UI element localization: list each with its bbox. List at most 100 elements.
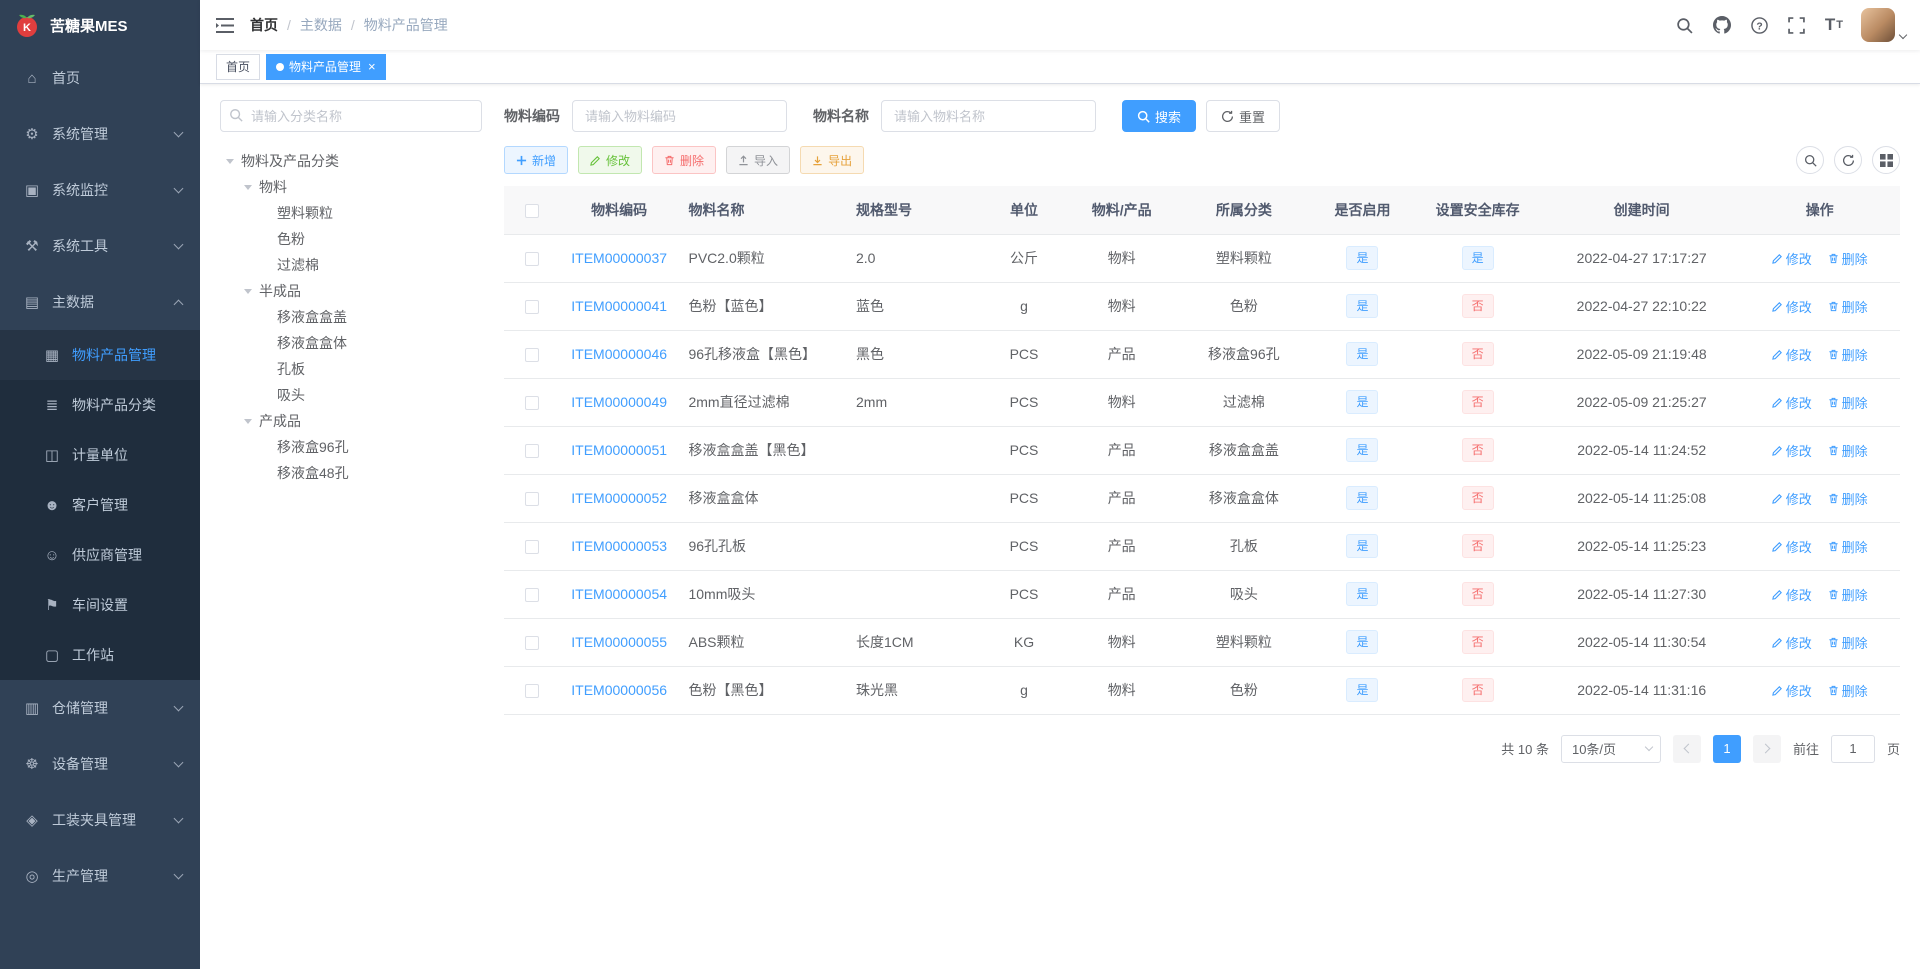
row-delete-button[interactable]: 删除 [1828, 249, 1868, 268]
item-code-link[interactable]: ITEM00000041 [571, 298, 667, 314]
sidebar-item-system-admin[interactable]: ⚙ 系统管理 [0, 106, 200, 162]
sidebar-toggle-button[interactable] [200, 0, 250, 50]
row-checkbox[interactable] [524, 492, 539, 507]
tree-node[interactable]: 移液盒48孔 [220, 460, 482, 486]
row-checkbox[interactable] [524, 348, 539, 363]
row-delete-button[interactable]: 删除 [1828, 345, 1868, 364]
material-name-input[interactable] [881, 100, 1096, 132]
item-code-link[interactable]: ITEM00000051 [571, 442, 667, 458]
tree-node[interactable]: 孔板 [220, 356, 482, 382]
tree-node[interactable]: 物料 [220, 174, 482, 200]
item-code-link[interactable]: ITEM00000053 [571, 538, 667, 554]
fullscreen-icon[interactable] [1778, 0, 1815, 50]
sidebar-subitem-material-product-category[interactable]: ≣ 物料产品分类 [0, 380, 200, 430]
row-checkbox[interactable] [524, 300, 539, 315]
row-edit-button[interactable]: 修改 [1771, 489, 1812, 508]
row-delete-button[interactable]: 删除 [1828, 537, 1868, 556]
material-code-input[interactable] [572, 100, 787, 132]
row-delete-button[interactable]: 删除 [1828, 489, 1868, 508]
row-delete-button[interactable]: 删除 [1828, 297, 1868, 316]
page-size-select[interactable]: 10条/页 [1560, 734, 1661, 763]
row-delete-button[interactable]: 删除 [1828, 441, 1868, 460]
item-code-link[interactable]: ITEM00000049 [571, 394, 667, 410]
user-menu[interactable] [1861, 8, 1908, 42]
row-delete-button[interactable]: 删除 [1828, 633, 1868, 652]
tab-close-icon[interactable]: × [368, 60, 376, 73]
row-edit-button[interactable]: 修改 [1771, 393, 1812, 412]
row-checkbox[interactable] [524, 636, 539, 651]
sidebar-subitem-workstation[interactable]: ▢ 工作站 [0, 630, 200, 680]
import-button[interactable]: 导入 [726, 146, 791, 174]
columns-button[interactable] [1872, 146, 1900, 174]
row-checkbox[interactable] [524, 252, 539, 267]
help-icon[interactable]: ? [1741, 0, 1778, 50]
row-checkbox[interactable] [524, 540, 539, 555]
font-size-icon[interactable]: TT [1815, 0, 1853, 50]
row-edit-button[interactable]: 修改 [1771, 681, 1812, 700]
breadcrumb-item[interactable]: 主数据 [300, 15, 342, 35]
row-checkbox[interactable] [524, 444, 539, 459]
row-checkbox[interactable] [524, 684, 539, 699]
row-edit-button[interactable]: 修改 [1771, 537, 1812, 556]
row-edit-button[interactable]: 修改 [1771, 249, 1812, 268]
tree-node[interactable]: 移液盒盒体 [220, 330, 482, 356]
row-edit-button[interactable]: 修改 [1771, 297, 1812, 316]
item-code-link[interactable]: ITEM00000037 [571, 250, 667, 266]
tree-node[interactable]: 物料及产品分类 [220, 148, 482, 174]
tree-node[interactable]: 移液盒盒盖 [220, 304, 482, 330]
row-edit-button[interactable]: 修改 [1771, 585, 1812, 604]
item-code-link[interactable]: ITEM00000046 [571, 346, 667, 362]
tree-node[interactable]: 色粉 [220, 226, 482, 252]
header-search-icon[interactable] [1666, 0, 1703, 50]
tree-node[interactable]: 吸头 [220, 382, 482, 408]
tree-node[interactable]: 塑料颗粒 [220, 200, 482, 226]
sidebar-subitem-supplier-mgmt[interactable]: ☺ 供应商管理 [0, 530, 200, 580]
prev-page-button[interactable] [1672, 734, 1701, 763]
add-button[interactable]: 新增 [504, 146, 569, 174]
sidebar-item-system-tools[interactable]: ⚒ 系统工具 [0, 218, 200, 274]
export-button[interactable]: 导出 [800, 146, 865, 174]
next-page-button[interactable] [1752, 734, 1781, 763]
github-icon[interactable] [1703, 0, 1741, 50]
goto-page-input[interactable] [1830, 734, 1875, 763]
item-code-link[interactable]: ITEM00000054 [571, 586, 667, 602]
tree-node[interactable]: 移液盒96孔 [220, 434, 482, 460]
breadcrumb-item[interactable]: 物料产品管理 [364, 15, 448, 35]
edit-button[interactable]: 修改 [578, 146, 643, 174]
sidebar-subitem-customer-mgmt[interactable]: ☻ 客户管理 [0, 480, 200, 530]
sidebar-item-master-data[interactable]: ▤ 主数据 [0, 274, 200, 330]
toggle-search-button[interactable] [1796, 146, 1824, 174]
app-logo[interactable]: K 苦糖果MES [0, 0, 200, 50]
row-edit-button[interactable]: 修改 [1771, 633, 1812, 652]
tree-node[interactable]: 过滤棉 [220, 252, 482, 278]
select-all-checkbox[interactable] [524, 203, 539, 218]
row-edit-button[interactable]: 修改 [1771, 441, 1812, 460]
sidebar-subitem-material-product-mgmt[interactable]: ▦ 物料产品管理 [0, 330, 200, 380]
tab-home[interactable]: 首页 [216, 53, 261, 80]
sidebar-item-fixtures[interactable]: ◈ 工装夹具管理 [0, 792, 200, 848]
delete-button[interactable]: 删除 [652, 146, 717, 174]
row-checkbox[interactable] [524, 396, 539, 411]
sidebar-item-production[interactable]: ◎ 生产管理 [0, 848, 200, 904]
sidebar-item-home[interactable]: ⌂ 首页 [0, 50, 200, 106]
item-code-link[interactable]: ITEM00000055 [571, 634, 667, 650]
refresh-button[interactable] [1834, 146, 1862, 174]
tree-node[interactable]: 产成品 [220, 408, 482, 434]
row-checkbox[interactable] [524, 588, 539, 603]
tree-node[interactable]: 半成品 [220, 278, 482, 304]
item-code-link[interactable]: ITEM00000052 [571, 490, 667, 506]
row-delete-button[interactable]: 删除 [1828, 393, 1868, 412]
row-delete-button[interactable]: 删除 [1828, 585, 1868, 604]
category-search-input[interactable] [220, 100, 482, 132]
breadcrumb-item[interactable]: 首页 [250, 15, 278, 35]
row-delete-button[interactable]: 删除 [1828, 681, 1868, 700]
reset-button[interactable]: 重置 [1206, 100, 1281, 132]
page-number-button[interactable]: 1 [1712, 734, 1741, 763]
sidebar-item-system-monitor[interactable]: ▣ 系统监控 [0, 162, 200, 218]
item-code-link[interactable]: ITEM00000056 [571, 682, 667, 698]
sidebar-subitem-measure-unit[interactable]: ◫ 计量单位 [0, 430, 200, 480]
search-button[interactable]: 搜索 [1122, 100, 1197, 132]
tab-material-product-mgmt[interactable]: 物料产品管理 × [266, 53, 386, 80]
sidebar-item-equipment[interactable]: ☸ 设备管理 [0, 736, 200, 792]
sidebar-item-warehouse[interactable]: ▥ 仓储管理 [0, 680, 200, 736]
